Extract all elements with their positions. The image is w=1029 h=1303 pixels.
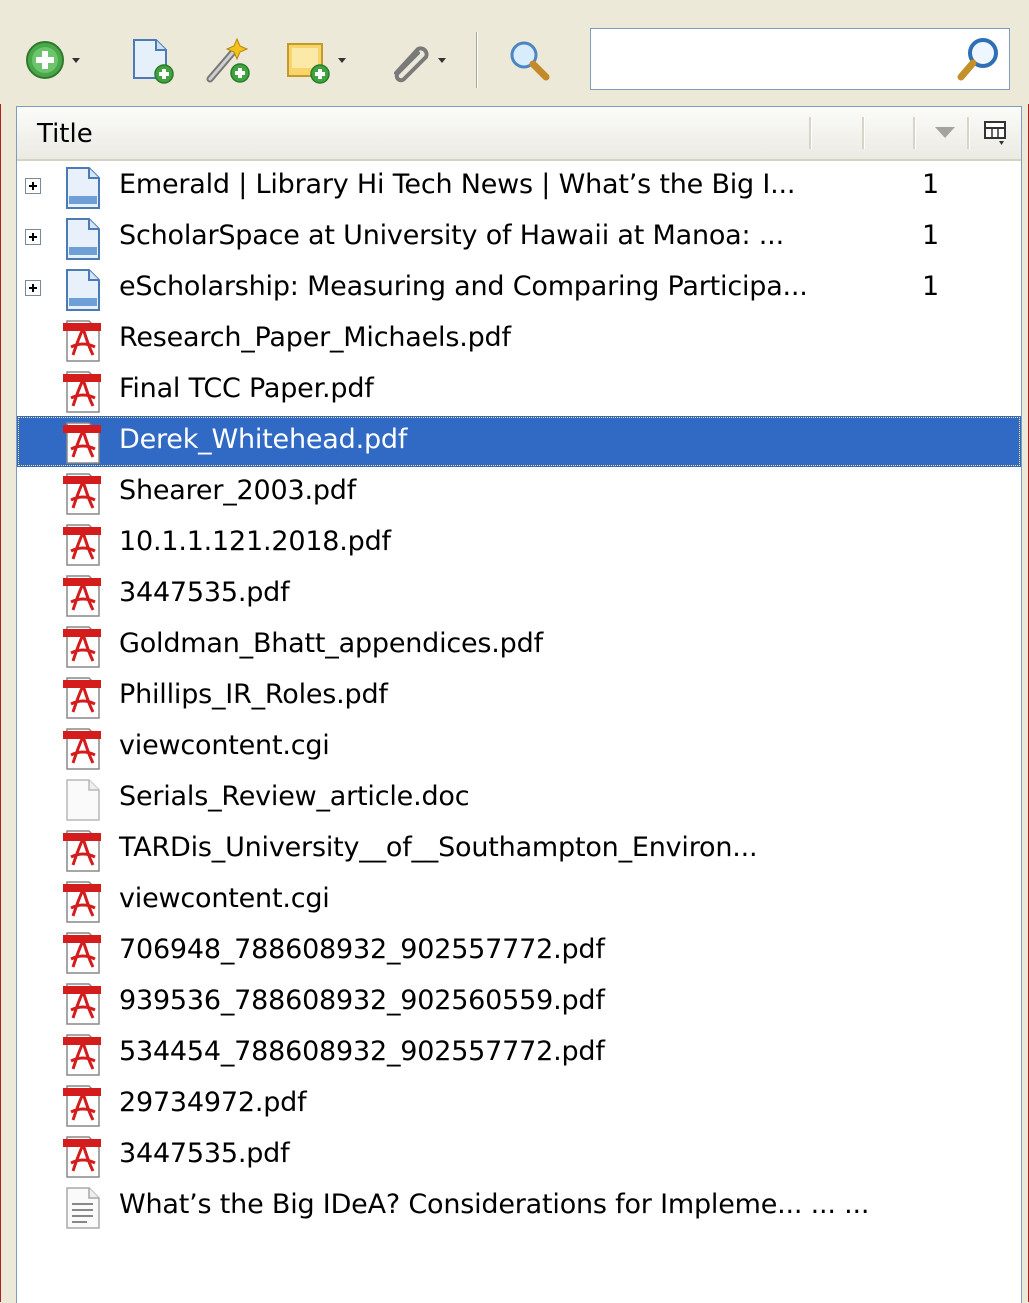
magnifier-icon xyxy=(510,41,550,81)
search-icon[interactable] xyxy=(955,35,1003,87)
item-row[interactable]: Shearer_2003.pdf xyxy=(17,467,1021,518)
pdf-icon xyxy=(61,523,105,571)
expand-toggle-icon[interactable] xyxy=(25,229,41,245)
pdf-icon xyxy=(61,472,105,520)
item-row[interactable]: viewcontent.cgi xyxy=(17,722,1021,773)
item-title: 10.1.1.121.2018.pdf xyxy=(119,526,391,557)
column-splitter[interactable] xyxy=(913,117,916,149)
new-document-icon xyxy=(133,39,174,84)
search-field[interactable] xyxy=(590,28,1010,90)
item-row[interactable]: 29734972.pdf xyxy=(17,1079,1021,1130)
advanced-search-button[interactable] xyxy=(506,34,552,86)
column-title[interactable]: Title xyxy=(37,119,93,149)
pdf-icon xyxy=(61,982,105,1030)
item-title: 706948_788608932_902557772.pdf xyxy=(119,934,605,965)
item-title: Emerald | Library Hi Tech News | What’s … xyxy=(119,169,796,200)
blank-file-icon xyxy=(61,778,105,826)
pdf-icon xyxy=(61,1033,105,1081)
pdf-icon xyxy=(61,931,105,979)
item-row[interactable]: eScholarship: Measuring and Comparing Pa… xyxy=(17,263,1021,314)
attachment-count: 1 xyxy=(922,271,940,302)
wand-icon xyxy=(206,37,250,83)
item-title: Research_Paper_Michaels.pdf xyxy=(119,322,511,353)
item-title: Shearer_2003.pdf xyxy=(119,475,357,506)
item-title: What’s the Big IDeA? Considerations for … xyxy=(119,1189,870,1220)
attachment-count: 1 xyxy=(922,169,940,200)
expand-toggle-icon[interactable] xyxy=(25,280,41,296)
item-title: 29734972.pdf xyxy=(119,1087,307,1118)
item-row[interactable]: 10.1.1.121.2018.pdf xyxy=(17,518,1021,569)
items-tree[interactable]: Title Emerald | Library Hi Tech News | W… xyxy=(16,106,1022,1303)
text-document-icon xyxy=(61,1186,105,1234)
search-input[interactable] xyxy=(597,35,951,83)
new-folder-icon xyxy=(287,43,330,84)
item-row[interactable]: Serials_Review_article.doc xyxy=(17,773,1021,824)
toolbar-separator xyxy=(476,32,478,88)
column-splitter[interactable] xyxy=(967,117,970,149)
item-row[interactable]: TARDis_University__of__Southampton_Envir… xyxy=(17,824,1021,875)
item-row[interactable]: 534454_788608932_902557772.pdf xyxy=(17,1028,1021,1079)
chevron-down-icon xyxy=(72,57,80,63)
toolbar xyxy=(0,0,1029,104)
new-item-from-identifier-button[interactable] xyxy=(128,34,176,86)
item-title: viewcontent.cgi xyxy=(119,730,330,761)
item-row[interactable]: 3447535.pdf xyxy=(17,569,1021,620)
pdf-icon xyxy=(61,829,105,877)
item-title: 534454_788608932_902557772.pdf xyxy=(119,1036,605,1067)
item-row[interactable]: Research_Paper_Michaels.pdf xyxy=(17,314,1021,365)
item-row[interactable]: 706948_788608932_902557772.pdf xyxy=(17,926,1021,977)
item-list: Emerald | Library Hi Tech News | What’s … xyxy=(17,161,1021,1232)
link-attachment-button[interactable] xyxy=(386,34,446,86)
webpage-icon xyxy=(61,166,105,214)
sort-down-icon xyxy=(935,127,955,138)
pdf-icon xyxy=(61,1084,105,1132)
add-attachment-button[interactable] xyxy=(284,34,346,86)
pdf-icon xyxy=(61,625,105,673)
item-row[interactable]: 3447535.pdf xyxy=(17,1130,1021,1181)
new-item-button[interactable] xyxy=(24,34,80,86)
item-title: Serials_Review_article.doc xyxy=(119,781,470,812)
expand-toggle-icon[interactable] xyxy=(25,178,41,194)
column-splitter[interactable] xyxy=(862,117,865,149)
item-row[interactable]: Final TCC Paper.pdf xyxy=(17,365,1021,416)
chevron-down-icon xyxy=(338,57,346,63)
pdf-icon xyxy=(61,574,105,622)
chevron-down-icon xyxy=(438,57,446,63)
green-plus-icon xyxy=(26,41,64,79)
column-header: Title xyxy=(17,107,1021,161)
pdf-icon xyxy=(61,727,105,775)
pdf-icon xyxy=(61,319,105,367)
pdf-icon xyxy=(61,370,105,418)
item-row[interactable]: Derek_Whitehead.pdf xyxy=(17,416,1021,467)
column-splitter[interactable] xyxy=(809,117,812,149)
item-title: TARDis_University__of__Southampton_Envir… xyxy=(119,832,758,863)
item-row[interactable]: ScholarSpace at University of Hawaii at … xyxy=(17,212,1021,263)
item-title: 3447535.pdf xyxy=(119,577,290,608)
item-row[interactable]: 939536_788608932_902560559.pdf xyxy=(17,977,1021,1028)
new-note-button[interactable] xyxy=(204,34,254,86)
pdf-icon xyxy=(61,421,105,469)
item-title: Derek_Whitehead.pdf xyxy=(119,424,408,455)
item-row[interactable]: Phillips_IR_Roles.pdf xyxy=(17,671,1021,722)
item-title: Phillips_IR_Roles.pdf xyxy=(119,679,388,710)
item-row[interactable]: Goldman_Bhatt_appendices.pdf xyxy=(17,620,1021,671)
pdf-icon xyxy=(61,1135,105,1183)
item-title: Goldman_Bhatt_appendices.pdf xyxy=(119,628,543,659)
item-title: 3447535.pdf xyxy=(119,1138,290,1169)
item-title: eScholarship: Measuring and Comparing Pa… xyxy=(119,271,808,302)
paperclip-icon xyxy=(394,46,429,83)
item-title: Final TCC Paper.pdf xyxy=(119,373,374,404)
item-row[interactable]: Emerald | Library Hi Tech News | What’s … xyxy=(17,161,1021,212)
pdf-icon xyxy=(61,676,105,724)
column-picker-icon[interactable] xyxy=(983,119,1011,151)
item-title: ScholarSpace at University of Hawaii at … xyxy=(119,220,784,251)
webpage-icon xyxy=(61,217,105,265)
item-title: 939536_788608932_902560559.pdf xyxy=(119,985,605,1016)
item-row[interactable]: What’s the Big IDeA? Considerations for … xyxy=(17,1181,1021,1232)
item-title: viewcontent.cgi xyxy=(119,883,330,914)
item-row[interactable]: viewcontent.cgi xyxy=(17,875,1021,926)
pdf-icon xyxy=(61,880,105,928)
webpage-icon xyxy=(61,268,105,316)
attachment-count: 1 xyxy=(922,220,940,251)
